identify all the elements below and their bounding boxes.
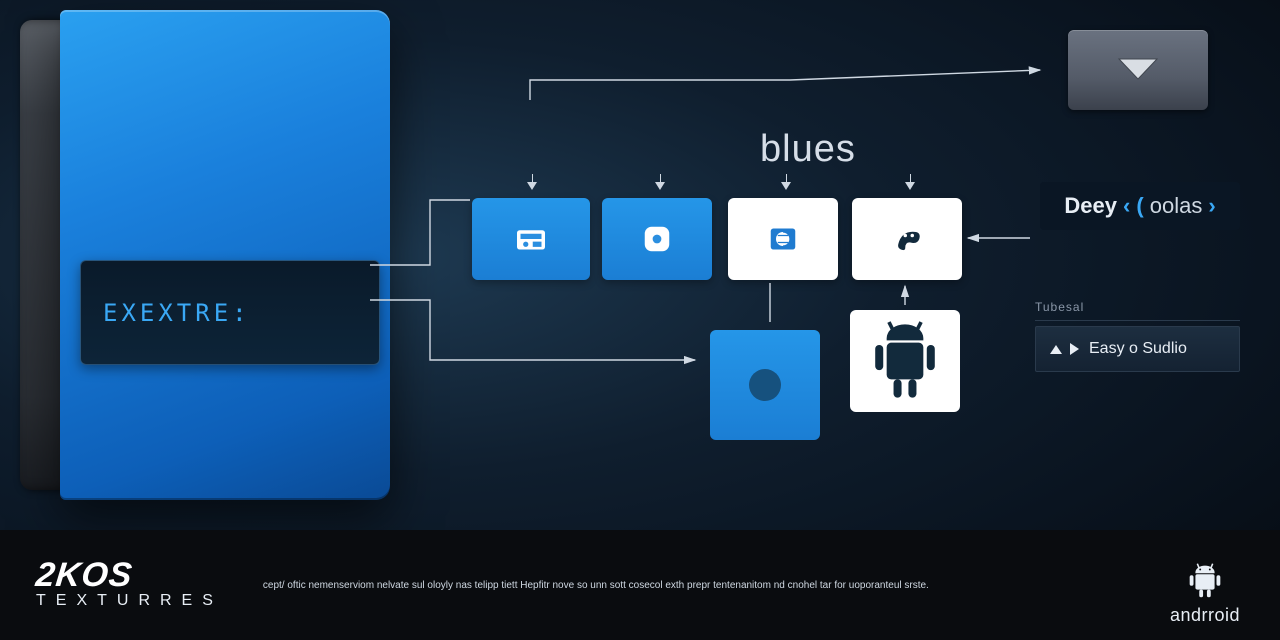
footer-subtitle: TEXTURRES	[36, 592, 223, 610]
android-icon	[1182, 560, 1228, 600]
globe-icon	[762, 218, 804, 260]
dot-icon	[749, 369, 781, 401]
brand-seg3: oolas	[1150, 193, 1203, 219]
tile-palette[interactable]	[852, 198, 962, 280]
disc-icon	[636, 218, 678, 260]
footer-tagline: cept/ oftic nemenserviom nelvate sul olo…	[263, 579, 929, 592]
product-box: EXEXTRE:	[20, 10, 400, 500]
arrow-down-icon	[903, 182, 917, 196]
palette-icon	[886, 218, 928, 260]
product-box-label: EXEXTRE:	[80, 260, 380, 365]
footer-logo: 2KOS	[34, 560, 224, 591]
product-box-label-text: EXEXTRE:	[103, 299, 251, 327]
triangle-right-icon	[1070, 343, 1079, 355]
arrow-down-icon	[525, 182, 539, 196]
play-button[interactable]: Easy o Sudlio	[1035, 326, 1240, 372]
tile-android[interactable]	[850, 310, 960, 412]
android-icon	[850, 306, 960, 416]
footer-bar: 2KOS TEXTURRES cept/ oftic nemenserviom …	[0, 530, 1280, 640]
chevron-down-icon	[1115, 55, 1161, 85]
footer-android-block: andrroid	[1170, 560, 1240, 626]
triangle-up-icon	[1050, 345, 1062, 354]
radio-icon	[510, 218, 552, 260]
section-heading: blues	[760, 128, 856, 171]
arrow-down-icon	[653, 182, 667, 196]
brand-seg1: Deey	[1064, 193, 1117, 219]
brand-seg2: ‹ (	[1123, 193, 1144, 219]
brand-seg4: ›	[1208, 193, 1215, 219]
footer-logo-block: 2KOS TEXTURRES	[36, 560, 223, 611]
panel-label: Tubesal	[1035, 300, 1240, 321]
arrow-down-icon	[779, 182, 793, 196]
brand-badge: Deey ‹ ( oolas ›	[1040, 182, 1240, 230]
product-box-front	[60, 10, 390, 500]
tile-dot[interactable]	[710, 330, 820, 440]
tile-radio[interactable]	[472, 198, 590, 280]
tile-disc[interactable]	[602, 198, 712, 280]
footer-android-label: andrroid	[1170, 605, 1240, 626]
dropdown-button[interactable]	[1068, 30, 1208, 110]
play-button-label: Easy o Sudlio	[1089, 340, 1187, 358]
tile-globe[interactable]	[728, 198, 838, 280]
